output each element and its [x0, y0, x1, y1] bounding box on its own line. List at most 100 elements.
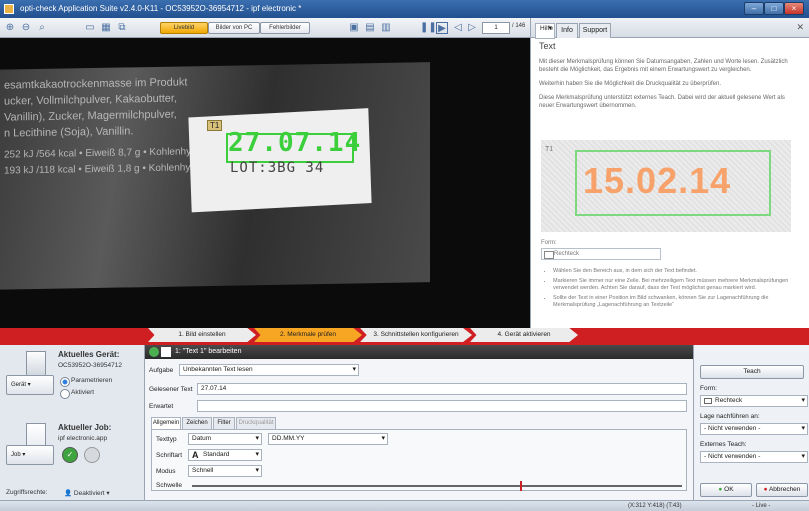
help-bullet: Sollte der Text in einer Position im Bil… — [553, 295, 793, 309]
threshold-slider[interactable] — [192, 481, 682, 491]
font-select[interactable]: A Standard — [188, 449, 262, 461]
app-icon — [4, 4, 14, 14]
help-form-select: Rechteck — [541, 248, 661, 260]
help-content: Text Mit dieser Merkmalsprüfung können S… — [539, 42, 801, 116]
step-activate-device[interactable]: 4. Gerät aktivieren — [470, 328, 578, 342]
pause-icon[interactable]: ❚❚ — [420, 22, 437, 34]
ok-label: OK — [724, 486, 734, 493]
tab-info[interactable]: Info — [556, 23, 578, 38]
job-menu-button[interactable]: Job ▾ — [6, 445, 54, 465]
error-images-button[interactable]: Fehlerbilder — [260, 22, 310, 34]
font-label: Schriftart — [156, 452, 183, 459]
detected-date-text: 27.07.14 — [228, 128, 362, 158]
product-wrapper: esamtkakaotrockenmasse im Produkt ucker,… — [0, 62, 430, 290]
zoom-fit-icon[interactable]: ⌕ — [36, 22, 48, 34]
expected-field[interactable] — [197, 400, 687, 412]
mode-select[interactable]: Schnell — [188, 465, 262, 477]
zoom-out-icon[interactable]: ⊖ — [20, 22, 32, 34]
play-icon[interactable]: ▶ — [436, 22, 448, 34]
camera-image[interactable]: esamtkakaotrockenmasse im Produkt ucker,… — [0, 38, 530, 328]
device-menu-button[interactable]: Gerät ▾ — [6, 375, 54, 395]
radio-parametrize[interactable]: Parametrieren — [60, 377, 112, 387]
radio-activated[interactable]: Aktiviert — [60, 389, 94, 399]
zoom-in-icon[interactable]: ⊕ — [4, 22, 16, 34]
access-value: Deaktiviert — [73, 490, 105, 497]
step-image-setup[interactable]: 1. Bild einstellen — [148, 328, 256, 342]
job-name: ipf electronic.app — [58, 435, 108, 442]
job-ok-button[interactable]: ✓ — [62, 447, 78, 463]
read-text-field[interactable]: 27.07.14 — [197, 383, 687, 395]
live-image-button[interactable]: Livebild — [160, 22, 208, 34]
tab-support[interactable]: Support — [579, 23, 611, 38]
grid-icon[interactable]: ▦ — [100, 22, 112, 34]
device-menu-label: Gerät — [11, 382, 27, 388]
help-bullet: Wählen Sie den Bereich aus, in dem sich … — [553, 268, 793, 275]
status-bar: (X:312 Y:418) (T:43) - Live - — [0, 500, 809, 511]
device-panel: Aktuelles Gerät: OC53952O-36954712 Gerät… — [0, 345, 145, 500]
text-type-label: Texttyp — [156, 436, 177, 443]
task-label: Aufgabe — [149, 367, 174, 374]
text-type-select[interactable]: Datum — [188, 433, 262, 445]
font-a-icon: A — [192, 450, 199, 460]
date-format-select[interactable]: DD.MM.YY — [268, 433, 388, 445]
form-select[interactable]: Rechteck — [700, 395, 808, 407]
device-title: Aktuelles Gerät: — [58, 350, 120, 359]
step-configure-interfaces[interactable]: 3. Schnittstellen konfigurieren — [360, 328, 472, 342]
close-icon[interactable]: ✕ — [796, 22, 804, 33]
tab-print-quality[interactable]: Druckqualität — [236, 417, 276, 429]
threshold-label: Schwelle — [156, 482, 183, 489]
tab-characters[interactable]: Zeichen — [182, 417, 212, 429]
product-text-line: ucker, Vollmilchpulver, Kakaobutter, — [4, 92, 178, 108]
product-text-line: Vanillin), Zucker, Magermilchpulver, — [4, 108, 177, 124]
device-id: OC53952O-36954712 — [58, 362, 122, 369]
task-value: Unbekannten Text lesen — [183, 366, 253, 373]
image-load-icon[interactable]: ▤ — [364, 22, 376, 34]
external-teach-select[interactable]: - Nicht verwenden - — [700, 451, 808, 463]
help-bullet: Markieren Sie immer nur eine Zeile. Bei … — [553, 278, 793, 292]
cancel-button[interactable]: ● Abbrechen — [756, 483, 808, 497]
ok-button[interactable]: ● OK — [700, 483, 752, 497]
access-dropdown[interactable]: 👤 Deaktiviert ▾ — [64, 489, 110, 497]
close-button[interactable]: × — [784, 2, 804, 15]
read-text-label: Gelesener Text — [149, 386, 193, 393]
text-feature-icon — [161, 347, 171, 357]
minimize-button[interactable]: – — [744, 2, 764, 15]
image-export-icon[interactable]: ▥ — [380, 22, 392, 34]
window-icon[interactable]: ▭ — [84, 22, 96, 34]
cancel-icon: ● — [763, 486, 768, 493]
title-bar: opti-check Application Suite v2.4.0-K11 … — [0, 0, 809, 18]
tab-general[interactable]: Allgemein — [151, 417, 181, 429]
teach-button[interactable]: Teach — [700, 365, 804, 379]
step-forward-icon[interactable]: ▷ — [466, 22, 478, 34]
step-back-icon[interactable]: ◁ — [452, 22, 464, 34]
tab-filter[interactable]: Filter — [213, 417, 235, 429]
maximize-button[interactable]: □ — [764, 2, 784, 15]
image-save-icon[interactable]: ▣ — [348, 22, 360, 34]
help-paragraph: Weiterhin haben Sie die Möglichkeit die … — [539, 81, 721, 87]
product-text-line: esamtkakaotrockenmasse im Produkt — [4, 76, 188, 92]
cursor-coordinates: (X:312 Y:418) (T:43) — [628, 503, 682, 509]
step-check-features[interactable]: 2. Merkmale prüfen — [254, 328, 362, 342]
help-paragraph: Mit dieser Merkmalsprüfung können Sie Da… — [539, 59, 788, 73]
workflow-steps: 1. Bild einstellen 2. Merkmale prüfen 3.… — [0, 328, 809, 345]
rectangle-icon — [704, 398, 712, 404]
track-label: Lage nachführen an: — [700, 413, 760, 420]
page-total: / 146 — [512, 23, 526, 29]
help-image-tag: T1 — [545, 146, 554, 153]
threshold-slider-knob[interactable] — [520, 481, 523, 491]
user-icon: 👤 — [64, 490, 73, 497]
crop-icon[interactable]: ⧉ — [116, 22, 128, 34]
product-text-line: n Lecithine (Soja), Vanillin. — [4, 125, 134, 140]
status-ok-icon — [149, 347, 159, 357]
roi-tag[interactable]: T1 — [207, 120, 223, 131]
task-select[interactable]: Unbekannten Text lesen — [179, 364, 359, 376]
tab-help[interactable]: Hilfe — [535, 23, 555, 39]
image-toolbar: ⊕ ⊖ ⌕ ▭ ▦ ⧉ Livebild Bilder von PC Fehle… — [0, 18, 530, 38]
help-paragraph: Diese Merkmalsprüfung unterstützt extern… — [539, 95, 785, 109]
general-tab-body: Texttyp Datum DD.MM.YY Schriftart A Stand… — [151, 429, 687, 491]
page-input[interactable]: 1 — [482, 22, 510, 34]
track-select[interactable]: - Nicht verwenden - — [700, 423, 808, 435]
editor-title: 1: "Text 1" bearbeiten — [175, 348, 242, 355]
job-cancel-button[interactable] — [84, 447, 100, 463]
pc-images-button[interactable]: Bilder von PC — [208, 22, 260, 34]
